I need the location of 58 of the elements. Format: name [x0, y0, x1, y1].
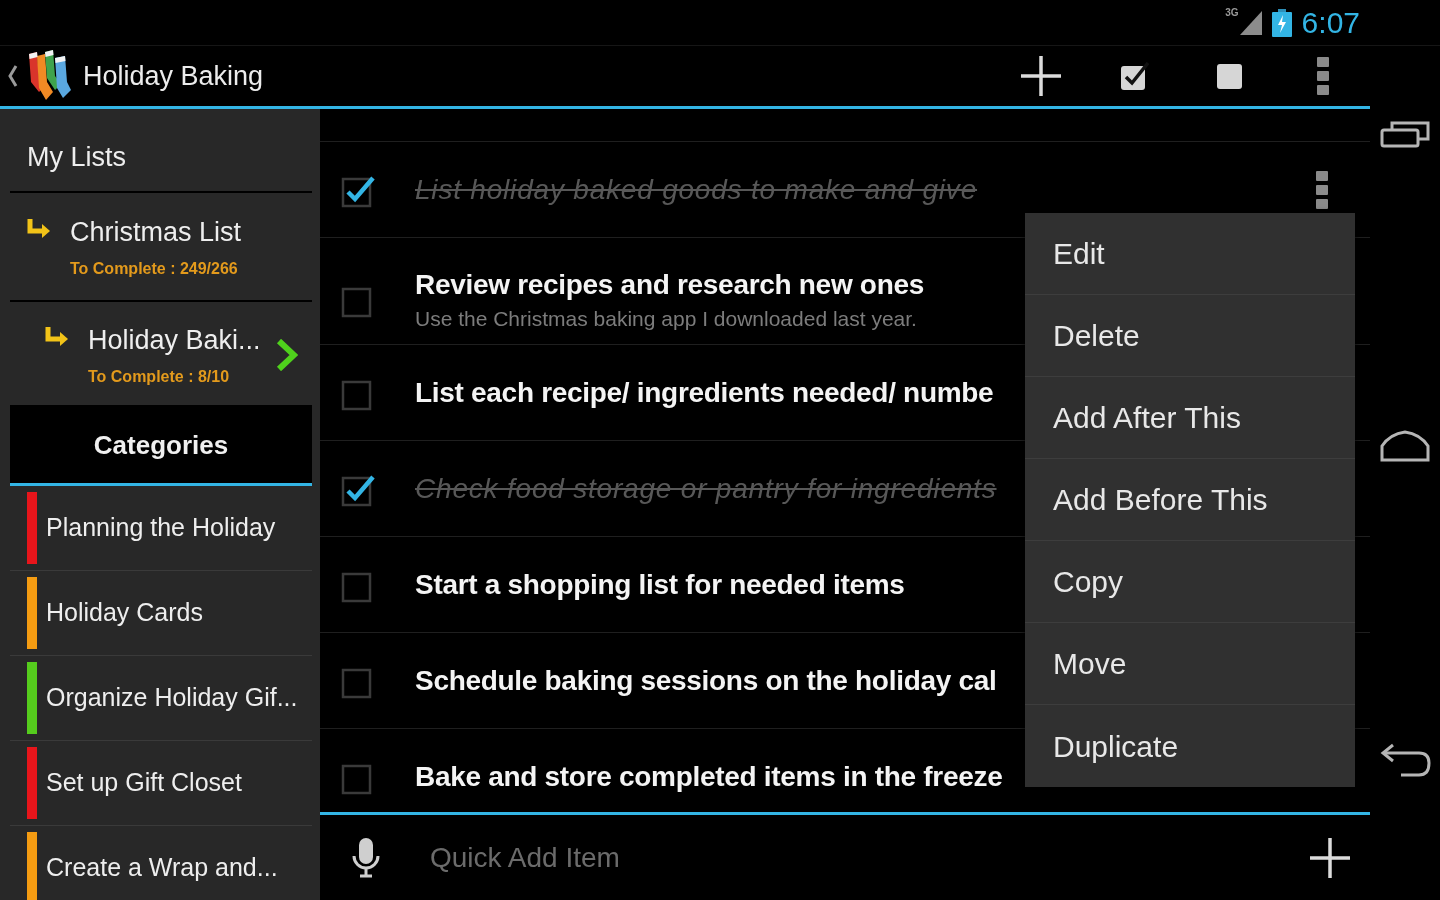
- app-title: Holiday Baking: [83, 59, 264, 93]
- checked-box-icon: [1121, 62, 1149, 90]
- menu-item[interactable]: Copy: [1025, 541, 1355, 623]
- plus-icon: [1021, 56, 1061, 96]
- list-progress: To Complete : 249/266: [70, 259, 238, 279]
- overflow-menu-icon: [1317, 57, 1329, 95]
- chevron-right-icon: [276, 339, 298, 371]
- menu-item[interactable]: Duplicate: [1025, 705, 1355, 787]
- menu-item[interactable]: Move: [1025, 623, 1355, 705]
- list-name: Holiday Baki...: [88, 325, 261, 355]
- category-item[interactable]: Create a Wrap and...: [10, 826, 312, 900]
- item-menu-button[interactable]: [1316, 170, 1328, 209]
- back-button[interactable]: [1379, 743, 1431, 779]
- clock-time: 6:07: [1301, 5, 1360, 41]
- microphone-icon: [352, 837, 380, 878]
- sidebar-header: My Lists: [27, 141, 126, 173]
- task-title: List holiday baked goods to make and give: [415, 172, 978, 207]
- category-item[interactable]: Organize Holiday Gif...: [10, 656, 312, 741]
- add-item-button[interactable]: [1310, 837, 1350, 878]
- signal-icon: [1239, 10, 1262, 35]
- recent-apps-button[interactable]: [1380, 120, 1430, 148]
- menu-item[interactable]: Edit: [1025, 213, 1355, 295]
- menu-item[interactable]: Add After This: [1025, 377, 1355, 459]
- quick-add-field[interactable]: Quick Add Item: [430, 836, 1310, 879]
- square-icon: [1216, 63, 1242, 89]
- list-progress: To Complete : 8/10: [88, 367, 230, 387]
- menu-item[interactable]: Add Before This: [1025, 459, 1355, 541]
- chevron-left-icon: [8, 65, 18, 87]
- network-type: 3G: [1225, 8, 1239, 18]
- task-title: Start a shopping list for needed items: [415, 567, 905, 602]
- back-arrow-icon: [1379, 743, 1431, 779]
- arrow-icon: [45, 327, 69, 347]
- category-name: Create a Wrap and...: [46, 852, 278, 884]
- category-item[interactable]: Set up Gift Closet: [10, 741, 312, 826]
- task-title: Review recipes and research new ones: [415, 268, 924, 302]
- task-note: Use the Christmas baking app I downloaded last year.: [415, 306, 917, 332]
- list-item[interactable]: Christmas List To Complete : 249/266: [10, 193, 312, 302]
- voice-input-button[interactable]: [352, 837, 380, 878]
- home-icon: [1380, 430, 1430, 462]
- plus-icon: [1310, 837, 1350, 878]
- category-item[interactable]: Planning the Holiday: [10, 486, 312, 571]
- recent-apps-icon: [1380, 120, 1430, 148]
- task-title: Schedule baking sessions on the holiday cal: [415, 663, 997, 698]
- category-item[interactable]: Holiday Cards: [10, 571, 312, 656]
- categories-tab[interactable]: Categories: [10, 407, 312, 486]
- category-name: Planning the Holiday: [46, 512, 276, 544]
- task-title: List each recipe/ ingredients needed/ numbe: [415, 375, 994, 410]
- list-name: Christmas List: [70, 217, 242, 247]
- task-title: Bake and store completed items in the freeze: [415, 759, 1003, 794]
- category-name: Holiday Cards: [46, 597, 203, 629]
- arrow-icon: [27, 219, 51, 239]
- home-button[interactable]: [1380, 430, 1430, 462]
- battery-icon: [1271, 8, 1292, 37]
- overflow-menu-icon: [1316, 170, 1328, 209]
- category-name: Organize Holiday Gif...: [46, 682, 298, 714]
- category-name: Set up Gift Closet: [46, 767, 242, 799]
- menu-item[interactable]: Delete: [1025, 295, 1355, 377]
- task-title: Check food storage or pantry for ingredients: [415, 471, 997, 506]
